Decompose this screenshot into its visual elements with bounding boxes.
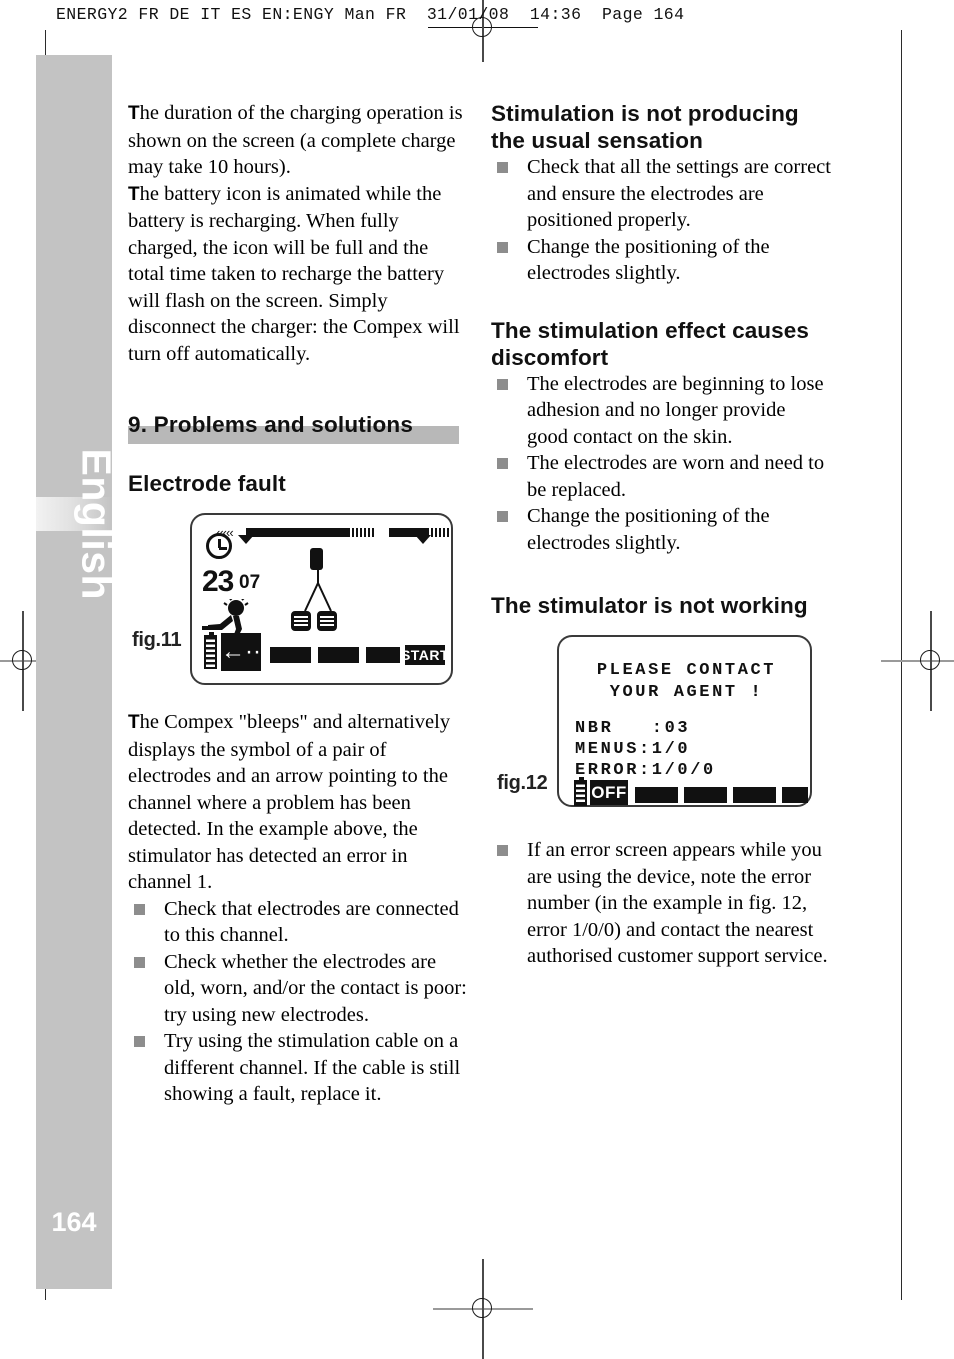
print-header-text: ENERGY2 FR DE IT ES EN:ENGY Man FR 31/01… [56,5,685,24]
list-item-text: Change the positioning of the electrodes… [527,505,770,554]
figure-12-label: fig.12 [497,772,548,794]
list-item-text: Change the positioning of the electrodes… [527,235,770,285]
paragraph-compex-bleeps-text: he Compex "bleeps" and alternatively dis… [128,711,451,893]
subheading-stimulator-not-working: The stimulator is not working [491,593,808,618]
subheading-electrode-fault: Electrode fault [128,471,286,496]
soft-key-3[interactable] [733,787,776,803]
list-item: The electrodes are beginning to lose adh… [491,371,831,451]
intensity-marker-1 [238,535,254,544]
right-bullet-list-2: The electrodes are beginning to lose adh… [491,371,831,557]
page-canvas: ENERGY2 FR DE IT ES EN:ENGY Man FR 31/01… [0,0,954,1359]
soft-key-3[interactable] [366,647,400,663]
left-column: The duration of the charging operation i… [128,100,468,1108]
clock-icon [206,533,232,559]
left-arrow-icon: ←·· [221,638,261,665]
list-item: Try using the stimulation cable on a dif… [128,1028,468,1108]
right-bullet-list-1: Check that all the settings are correct … [491,154,831,287]
registration-mark-bottom [433,1259,533,1359]
bullet-square-icon [497,511,508,522]
list-item-text: Check whether the electrodes are old, wo… [164,950,467,1026]
soft-key-2[interactable] [684,787,727,803]
bullet-square-icon [497,458,508,469]
bullet-square-icon [134,903,145,915]
section-heading-problems-and-solutions: 9. Problems and solutions [128,412,414,437]
electrode-right-icon [317,611,337,631]
list-item-text: Check that electrodes are connected to t… [164,897,459,947]
figure-11-lcd-screen: ‹‹‹‹‹ 23 07 ←·· START [190,513,453,685]
figure-12: fig.12 PLEASE CONTACT YOUR AGENT ! NBR :… [491,635,831,825]
subheading-stimulation-not-producing: Stimulation is not producing the usual s… [491,101,799,153]
list-item-text: The electrodes are beginning to lose adh… [527,372,824,448]
list-item-text: The electrodes are worn and need to be r… [527,452,825,501]
time-major-value: 23 [202,565,234,598]
bullet-square-icon [497,241,508,253]
list-item: Change the positioning of the electrodes… [491,234,831,287]
off-button[interactable]: OFF [590,780,628,805]
list-item: Check whether the electrodes are old, wo… [128,949,468,1029]
paragraph-compex-bleeps: The Compex "bleeps" and alternatively di… [128,709,468,896]
soft-key-2[interactable] [318,647,359,663]
paragraph-charging-duration-text: he duration of the charging operation is… [128,102,463,178]
bullet-square-icon [134,1036,145,1047]
dropcap-1: T [128,103,140,124]
figure-11-label: fig.11 [132,629,182,651]
lcd-message-line-2: YOUR AGENT ! [609,683,764,702]
dropcap-2: T [128,183,140,205]
bullet-square-icon [134,956,145,968]
soft-key-1[interactable] [270,647,311,663]
time-minor-value: 07 [239,572,261,593]
paragraph-battery-icon-text: he battery icon is animated while the ba… [128,182,460,365]
left-bullet-list: Check that electrodes are connected to t… [128,896,468,1108]
electrode-left-icon [291,611,311,631]
lcd-menus-line: MENUS:1/0 [575,740,691,759]
page-number: 164 [51,1207,97,1237]
list-item-text: Check that all the settings are correct … [527,156,831,231]
bullet-square-icon [497,162,508,173]
dropcap-3: T [128,712,140,733]
bullet-square-icon [497,378,508,390]
registration-mark-right [881,611,954,711]
lcd-error-line: ERROR:1/0/0 [575,761,716,780]
language-sidebar: English 164 [36,55,120,1289]
paragraph-charging-duration: The duration of the charging operation i… [128,100,468,181]
print-header: ENERGY2 FR DE IT ES EN:ENGY Man FR 31/01… [0,0,954,34]
channel-error-arrow-button[interactable]: ←·· [221,633,261,671]
cable-wires-icon [304,569,332,612]
lcd-message-line-1: PLEASE CONTACT [596,661,777,680]
bullet-square-icon [497,845,508,856]
sidebar-language-label: English [73,448,120,601]
right-bullet-list-3: If an error screen appears while you are… [491,837,831,970]
list-item-text: If an error screen appears while you are… [527,839,828,967]
list-item: Change the positioning of the electrodes… [491,503,831,556]
list-item: The electrodes are worn and need to be r… [491,450,831,503]
battery-icon [574,777,587,806]
right-column: Stimulation is not producing the usual s… [491,100,831,970]
intensity-bar-1-filled [246,528,348,537]
start-button[interactable]: START [401,645,449,665]
list-item: Check that electrodes are connected to t… [128,896,468,949]
intensity-bar-1-hatched [348,528,374,537]
list-item: If an error screen appears while you are… [491,837,831,970]
section-heading-block: 9. Problems and solutions [128,412,468,446]
figure-12-lcd-screen: PLEASE CONTACT YOUR AGENT ! NBR :03 MENU… [557,635,812,807]
battery-icon [204,632,217,669]
subheading-stimulation-discomfort: The stimulation effect causes discomfort [491,317,809,370]
soft-key-4[interactable] [782,787,808,803]
soft-key-1[interactable] [635,787,678,803]
paragraph-battery-icon: The battery icon is animated while the b… [128,181,468,368]
trim-line-right [901,30,903,1300]
figure-11: fig.11 ‹‹‹‹‹ 23 07 ←·· START [128,513,468,703]
lcd-nbr-line: NBR :03 [575,719,691,738]
list-item-text: Try using the stimulation cable on a dif… [164,1030,461,1105]
list-item: Check that all the settings are correct … [491,154,831,234]
cable-plug-icon [310,548,323,570]
intensity-marker-2 [415,535,431,544]
